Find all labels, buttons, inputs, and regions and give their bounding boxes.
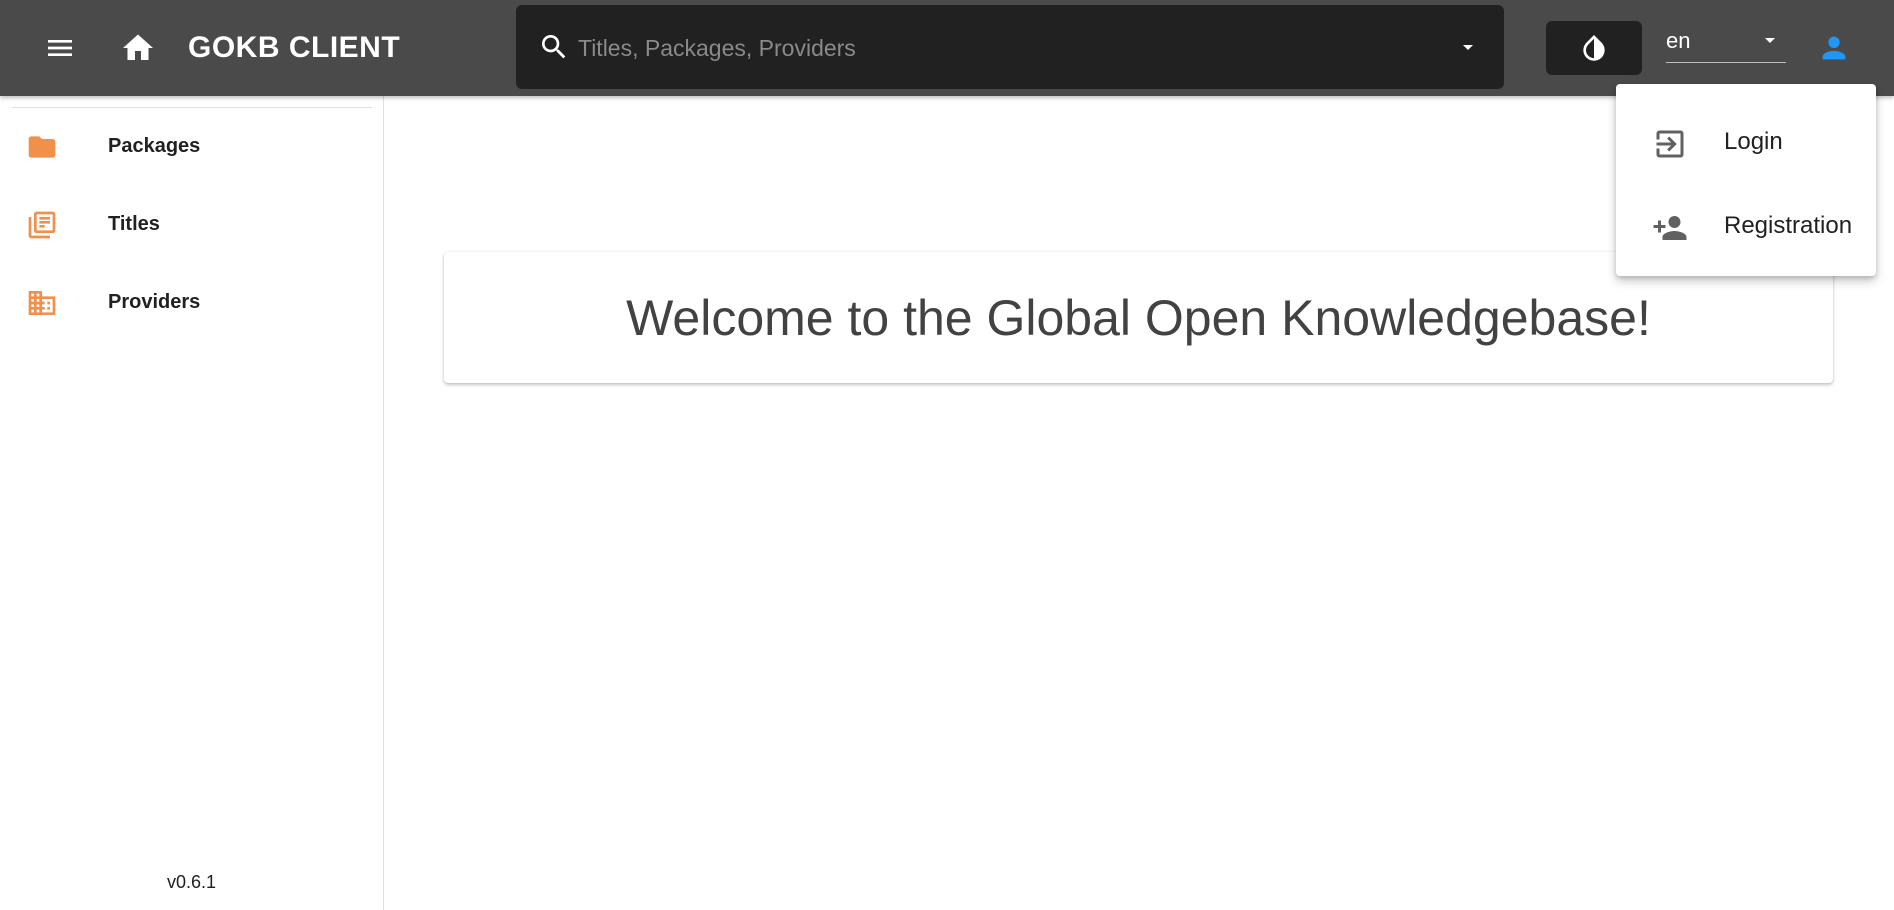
library-books-icon bbox=[28, 211, 56, 239]
home-button[interactable] bbox=[114, 24, 162, 72]
caret-down-icon bbox=[1765, 38, 1775, 43]
theme-toggle-button[interactable] bbox=[1546, 21, 1642, 75]
menu-item-label: Login bbox=[1724, 128, 1783, 155]
invert-colors-icon bbox=[1583, 35, 1605, 61]
sidebar-item-label: Providers bbox=[108, 291, 201, 313]
search-input[interactable] bbox=[576, 27, 1440, 69]
sidebar-item-label: Titles bbox=[108, 213, 160, 235]
language-value: en bbox=[1666, 28, 1691, 53]
menu-item-label: Registration bbox=[1724, 212, 1853, 239]
menu-item-login[interactable]: Login bbox=[1616, 102, 1876, 182]
sidebar-item-packages[interactable]: Packages bbox=[0, 108, 383, 186]
home-icon bbox=[123, 34, 153, 60]
search-box[interactable] bbox=[516, 5, 1504, 89]
account-plus-icon bbox=[1653, 216, 1687, 240]
sidebar-item-titles[interactable]: Titles bbox=[0, 186, 383, 264]
user-menu-button[interactable] bbox=[1812, 24, 1856, 72]
domain-icon bbox=[28, 291, 56, 315]
language-select[interactable]: en bbox=[1666, 22, 1786, 63]
menu-item-registration[interactable]: Registration bbox=[1616, 186, 1876, 266]
sidebar-item-label: Packages bbox=[108, 135, 201, 157]
sidebar: Packages Titles Providers v0.6.1 bbox=[0, 96, 384, 910]
user-dropdown-menu: Login Registration bbox=[1616, 84, 1876, 276]
hamburger-menu-icon bbox=[48, 40, 72, 56]
version-label: v0.6.1 bbox=[166, 872, 217, 892]
login-icon bbox=[1656, 130, 1684, 158]
app-title[interactable]: GOKB CLIENT bbox=[188, 30, 400, 66]
sidebar-item-providers[interactable]: Providers bbox=[0, 264, 383, 342]
caret-down-icon[interactable] bbox=[1456, 35, 1480, 59]
menu-button[interactable] bbox=[36, 24, 84, 72]
app-bar: GOKB CLIENT en bbox=[0, 0, 1894, 96]
account-icon bbox=[1822, 36, 1846, 60]
search-icon bbox=[542, 35, 566, 59]
folder-icon bbox=[28, 136, 56, 158]
